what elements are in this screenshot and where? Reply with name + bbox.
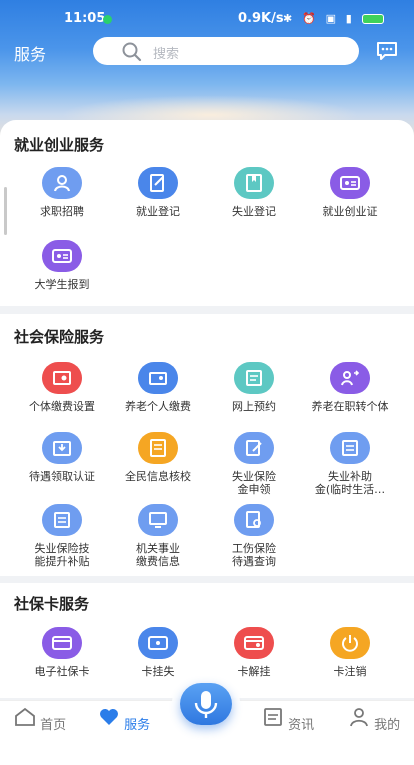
status-time: 11:05	[64, 11, 106, 26]
monitor-icon	[138, 504, 178, 536]
network-speed: 0.9K/s	[238, 11, 284, 26]
service-item-card-report-loss[interactable]: 卡挂失	[106, 627, 210, 678]
service-label: 失业登记	[232, 205, 276, 218]
service-item-card-cancel[interactable]: 卡注销	[298, 627, 402, 678]
section-title: 社会保险服务	[14, 328, 105, 346]
service-label: 电子社保卡	[34, 665, 90, 678]
news-icon	[264, 708, 282, 726]
form-icon	[42, 504, 82, 536]
service-item-e-card[interactable]: 电子社保卡	[10, 627, 114, 678]
service-label: 失业保险 金申领	[232, 470, 276, 496]
service-item-institution-payment-info[interactable]: 机关事业 缴费信息	[106, 504, 210, 568]
section-title: 社保卡服务	[14, 595, 90, 613]
tab-home[interactable]: 首页	[10, 707, 70, 733]
tab-mine[interactable]: 我的	[344, 707, 404, 733]
service-item-individual-payment-setting[interactable]: 个体缴费设置	[10, 362, 114, 413]
service-label: 工伤保险 待遇查询	[232, 542, 276, 568]
home-icon	[15, 707, 35, 726]
service-label: 就业登记	[136, 205, 180, 218]
tab-label: 我的	[374, 718, 401, 733]
payment-icon	[42, 362, 82, 394]
service-label: 待遇领取认证	[29, 470, 95, 483]
service-label: 养老在职转个体	[311, 400, 389, 413]
transfer-person-icon	[330, 362, 370, 394]
voice-button[interactable]	[180, 683, 232, 725]
service-label: 卡解挂	[237, 665, 271, 678]
service-label: 全民信息核校	[125, 470, 191, 483]
service-label: 机关事业 缴费信息	[136, 542, 180, 568]
service-label: 个体缴费设置	[29, 400, 95, 413]
service-item-skill-subsidy[interactable]: 失业保险技 能提升补贴	[10, 504, 114, 568]
heart-icon	[99, 709, 118, 725]
page-title: 服务	[14, 45, 47, 64]
service-item-employment-registration[interactable]: 就业登记	[106, 167, 210, 218]
document-search-icon	[234, 504, 274, 536]
status-bar: 11:05 0.9K/s ✱ ⏰ ▣ ▮	[0, 0, 414, 34]
card-icon	[42, 627, 82, 659]
tab-label: 资讯	[288, 718, 315, 733]
microphone-icon	[194, 691, 218, 718]
service-label: 求职招聘	[40, 205, 84, 218]
checklist-icon	[138, 432, 178, 464]
form-icon	[330, 432, 370, 464]
service-item-pension-payment[interactable]: 养老个人缴费	[106, 362, 210, 413]
service-item-benefit-certification[interactable]: 待遇领取认证	[10, 432, 114, 483]
download-document-icon	[42, 432, 82, 464]
service-item-card-unlock[interactable]: 卡解挂	[202, 627, 306, 678]
form-icon	[234, 432, 274, 464]
job-search-icon	[42, 167, 82, 199]
tab-label: 首页	[40, 718, 67, 733]
service-item-unemployment-registration[interactable]: 失业登记	[202, 167, 306, 218]
card-icon	[138, 627, 178, 659]
status-icons: ✱ ⏰ ▣ ▮	[283, 12, 355, 25]
service-label: 卡挂失	[141, 665, 175, 678]
tab-news[interactable]: 资讯	[258, 707, 318, 733]
service-label: 网上预约	[232, 400, 276, 413]
service-label: 养老个人缴费	[125, 400, 191, 413]
tab-label: 服务	[124, 718, 151, 733]
calendar-icon	[234, 362, 274, 394]
section-social-insurance: 社会保险服务 个体缴费设置 养老个人缴费 网上预约 养老在职转个体 待遇领取认证…	[0, 314, 414, 576]
id-card-icon	[330, 167, 370, 199]
service-item-pension-transfer[interactable]: 养老在职转个体	[298, 362, 402, 413]
service-item-info-verification[interactable]: 全民信息核校	[106, 432, 210, 483]
battery-icon	[362, 14, 384, 24]
power-icon	[330, 627, 370, 659]
service-item-unemployment-insurance-claim[interactable]: 失业保险 金申领	[202, 432, 306, 496]
tab-services[interactable]: 服务	[94, 707, 154, 733]
scroll-indicator	[4, 187, 7, 235]
call-indicator-icon	[103, 15, 112, 24]
edit-document-icon	[138, 167, 178, 199]
service-label: 失业保险技 能提升补贴	[34, 542, 90, 568]
service-item-work-injury-query[interactable]: 工伤保险 待遇查询	[202, 504, 306, 568]
service-label: 就业创业证	[322, 205, 378, 218]
service-label: 卡注销	[333, 665, 367, 678]
wallet-icon	[138, 362, 178, 394]
service-label: 失业补助 金(临时生活…	[314, 470, 386, 496]
user-icon	[350, 708, 368, 727]
service-item-unemployment-subsidy[interactable]: 失业补助 金(临时生活…	[298, 432, 402, 496]
service-item-graduate-report[interactable]: 大学生报到	[10, 240, 114, 291]
section-employment: 就业创业服务 求职招聘 就业登记 失业登记 就业创业证 大学生报到	[0, 120, 414, 306]
search-input[interactable]: 搜索	[93, 37, 359, 65]
bookmark-document-icon	[234, 167, 274, 199]
service-label: 大学生报到	[34, 278, 90, 291]
id-card-icon	[42, 240, 82, 272]
card-icon	[234, 627, 274, 659]
section-title: 就业创业服务	[14, 136, 105, 154]
search-icon	[122, 42, 142, 62]
search-placeholder: 搜索	[153, 47, 180, 62]
service-item-entrepreneurship-card[interactable]: 就业创业证	[298, 167, 402, 218]
service-item-online-appointment[interactable]: 网上预约	[202, 362, 306, 413]
message-icon[interactable]	[376, 41, 398, 61]
service-item-job-search[interactable]: 求职招聘	[10, 167, 114, 218]
